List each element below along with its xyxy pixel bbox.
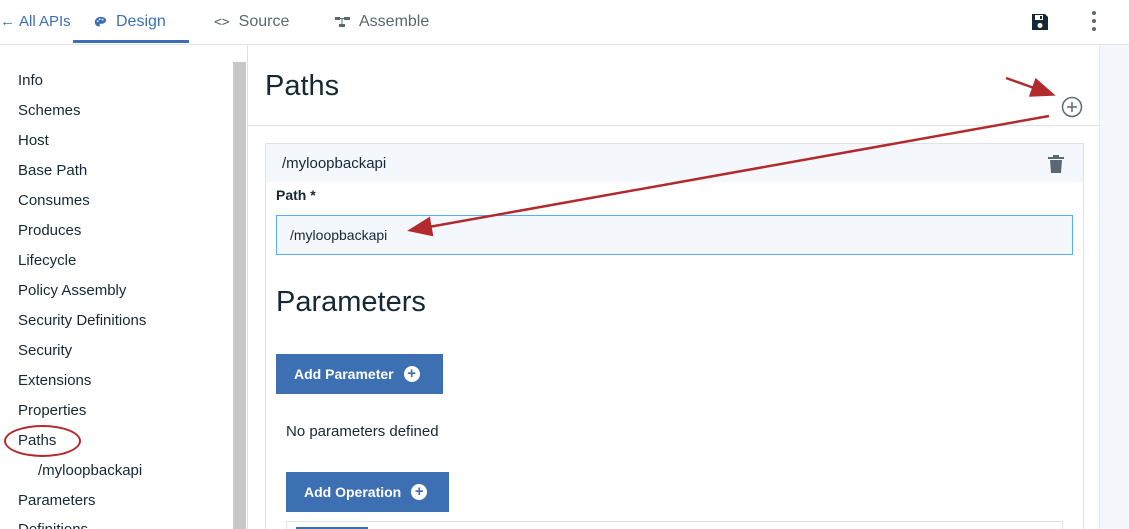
sidebar-item-policy-assembly[interactable]: Policy Assembly	[18, 282, 126, 299]
right-gutter	[1099, 45, 1129, 529]
all-apis-label: All APIs	[19, 13, 71, 30]
tab-source-label: Source	[238, 13, 290, 30]
sidebar-item-security[interactable]: Security	[18, 342, 72, 359]
save-icon	[1032, 14, 1048, 30]
plus-circle-icon: +	[403, 366, 420, 382]
no-parameters-text: No parameters defined	[286, 423, 439, 440]
path-field-label: Path *	[276, 187, 316, 203]
all-apis-link[interactable]: ← All APIs	[0, 13, 71, 30]
save-button[interactable]	[1030, 12, 1050, 32]
sidebar-item-host[interactable]: Host	[18, 132, 49, 149]
more-options-button[interactable]	[1084, 9, 1104, 33]
more-vertical-icon	[1092, 11, 1096, 31]
add-parameter-button[interactable]: Add Parameter +	[276, 354, 443, 394]
add-path-button[interactable]	[1061, 96, 1083, 118]
sidebar-scrollbar[interactable]	[233, 62, 246, 529]
sidebar-item-properties[interactable]: Properties	[18, 402, 86, 419]
code-icon: <>	[214, 14, 230, 30]
plus-circle-icon: +	[411, 484, 428, 500]
sidebar-item-info[interactable]: Info	[18, 72, 43, 89]
sidebar-item-extensions[interactable]: Extensions	[18, 372, 91, 389]
tab-assemble[interactable]: Assemble	[335, 13, 429, 31]
top-bar: ← All APIs Design <> Source Assemble	[0, 0, 1129, 45]
add-operation-label: Add Operation	[304, 484, 402, 500]
tab-design-label: Design	[116, 13, 166, 30]
sidebar-divider	[247, 45, 248, 529]
path-card-header[interactable]: /myloopbackapi	[266, 144, 1083, 182]
annotation-circle	[4, 425, 81, 457]
sidebar-item-base-path[interactable]: Base Path	[18, 162, 87, 179]
delete-path-button[interactable]	[1047, 154, 1065, 174]
sidebar-item-security-definitions[interactable]: Security Definitions	[18, 312, 146, 329]
sidebar-item-myloopbackapi[interactable]: /myloopbackapi	[38, 462, 142, 479]
arrow-left-icon: ←	[0, 13, 15, 30]
sidebar-item-lifecycle[interactable]: Lifecycle	[18, 252, 76, 269]
annotation-arrow-add	[1005, 76, 1056, 97]
tab-assemble-label: Assemble	[359, 13, 430, 30]
add-circle-icon	[1061, 96, 1083, 118]
sidebar-item-parameters[interactable]: Parameters	[18, 492, 96, 509]
tab-source[interactable]: <> Source	[214, 13, 289, 31]
parameters-title: Parameters	[276, 286, 426, 318]
tab-design[interactable]: Design	[94, 13, 166, 31]
page-title: Paths	[265, 70, 340, 102]
add-operation-button[interactable]: Add Operation +	[286, 472, 449, 512]
palette-icon	[94, 16, 107, 27]
assemble-icon	[335, 17, 350, 27]
active-tab-indicator	[73, 40, 189, 43]
operation-card	[286, 521, 1063, 529]
sidebar-item-definitions[interactable]: Definitions	[18, 521, 88, 529]
add-parameter-label: Add Parameter	[294, 366, 394, 382]
sidebar-item-produces[interactable]: Produces	[18, 222, 81, 239]
sidebar-item-schemes[interactable]: Schemes	[18, 102, 81, 119]
title-divider	[248, 125, 1100, 126]
path-input[interactable]	[276, 215, 1073, 255]
sidebar-item-consumes[interactable]: Consumes	[18, 192, 90, 209]
path-card-title: /myloopbackapi	[282, 155, 387, 172]
trash-icon	[1048, 155, 1064, 173]
